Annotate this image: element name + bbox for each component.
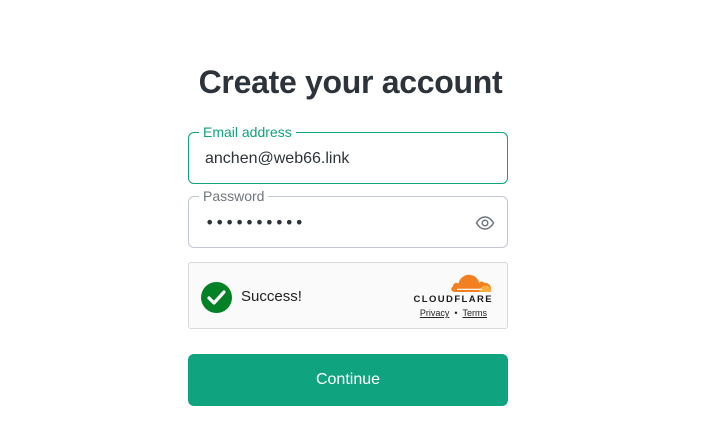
captcha-status-text: Success! — [241, 288, 302, 305]
email-field[interactable]: Email address — [188, 124, 508, 184]
email-input[interactable] — [205, 150, 465, 168]
checkmark-icon — [201, 282, 232, 313]
signup-page: Create your account Email address Passwo… — [0, 0, 701, 427]
password-input[interactable]: •••••••••• — [205, 213, 304, 233]
privacy-link[interactable]: Privacy — [420, 308, 450, 318]
email-label: Email address — [199, 124, 296, 140]
cloudflare-logo: CLOUDFLARE — [409, 273, 493, 305]
eye-icon[interactable] — [475, 214, 495, 232]
link-separator: • — [454, 308, 458, 318]
captcha-links: Privacy • Terms — [420, 308, 487, 318]
password-label: Password — [199, 188, 269, 204]
terms-link[interactable]: Terms — [463, 308, 488, 318]
page-title: Create your account — [198, 64, 503, 100]
cloudflare-turnstile-widget: Success! CLOUDFLARE Privacy • Terms — [188, 262, 508, 329]
cloudflare-wordmark: CLOUDFLARE — [413, 294, 493, 305]
cloud-icon — [451, 274, 492, 292]
continue-button[interactable]: Continue — [188, 354, 508, 406]
password-field[interactable]: Password •••••••••• — [188, 188, 508, 248]
